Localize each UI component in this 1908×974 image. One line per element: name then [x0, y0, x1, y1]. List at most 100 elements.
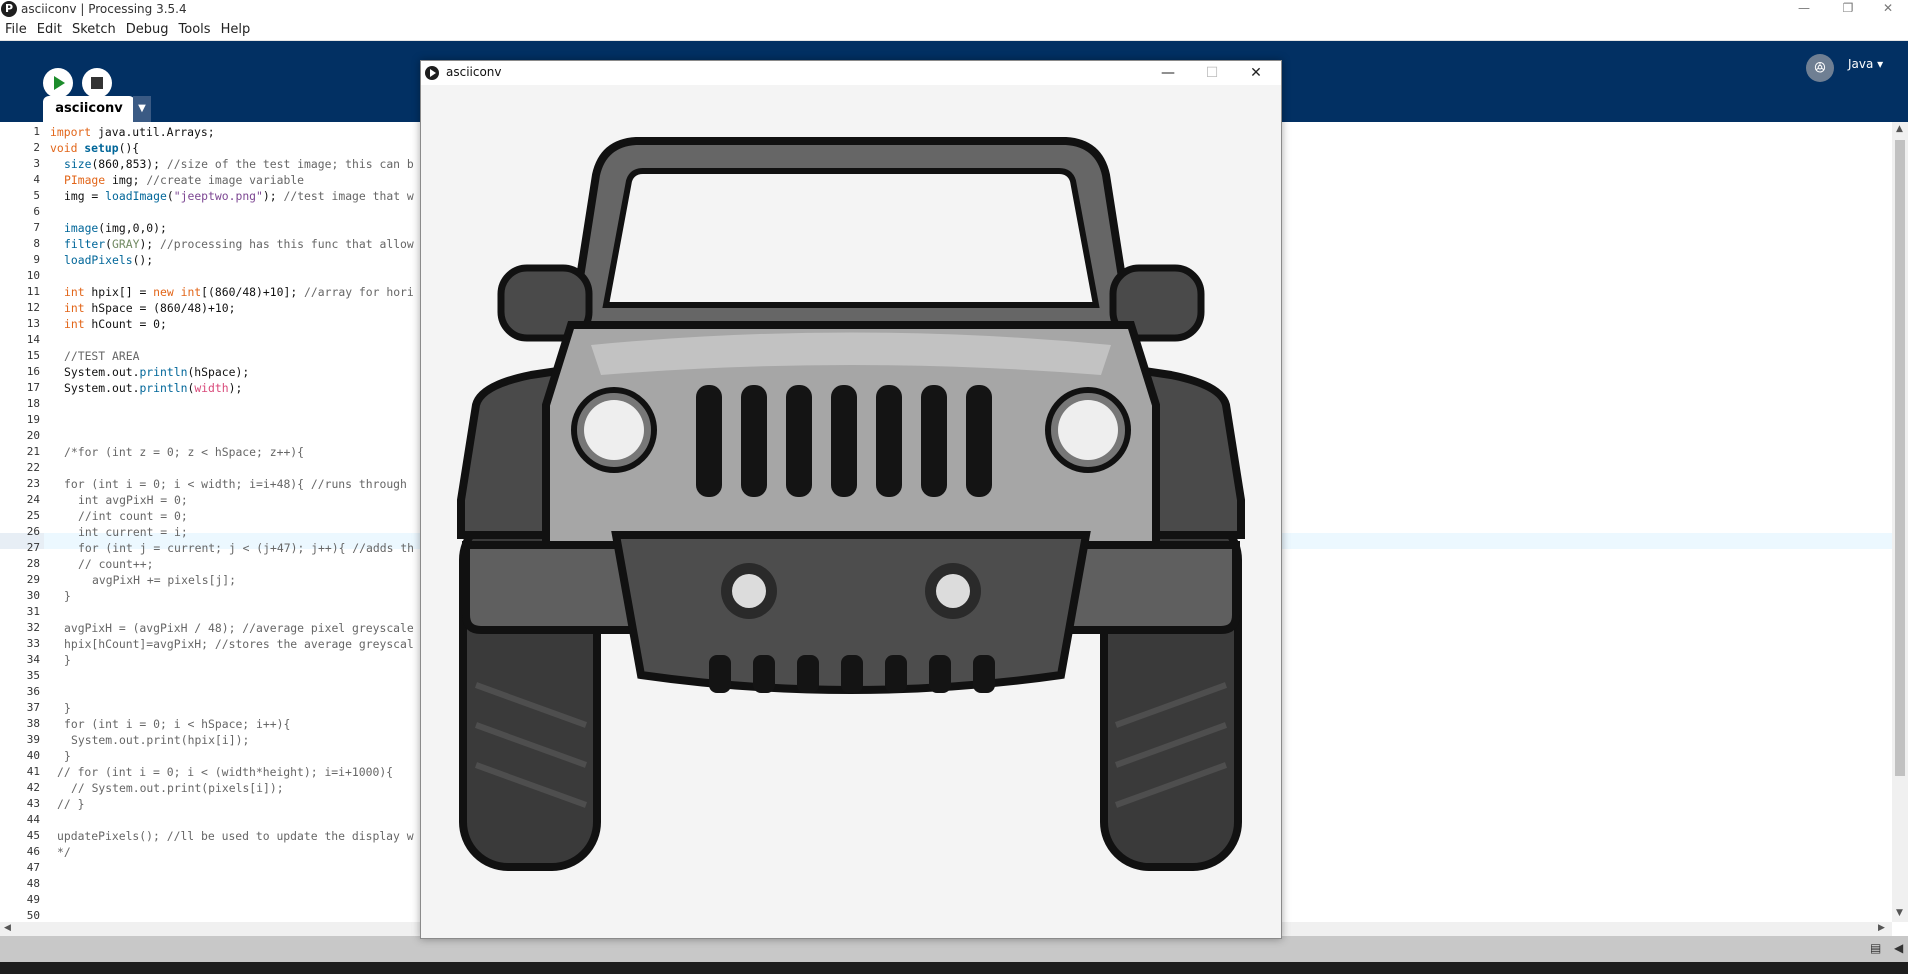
tab-asciiconv[interactable]: asciiconv: [43, 96, 135, 122]
line-number: 43: [26, 797, 40, 810]
menu-debug[interactable]: Debug: [121, 19, 174, 41]
line-number: 6: [33, 205, 40, 218]
line-number: 35: [26, 669, 40, 682]
left-fog-light-lens: [732, 574, 766, 608]
code-line: //int count = 0;: [78, 509, 188, 523]
line-number: 25: [26, 509, 40, 522]
code-line: PImage img; //create image variable: [64, 173, 305, 187]
line-number: 40: [26, 749, 40, 762]
right-headlight-lens: [1058, 400, 1118, 460]
scroll-up-icon[interactable]: ▲: [1896, 124, 1903, 134]
code-line: hpix[hCount]=avgPixH; //stores the avera…: [64, 637, 414, 651]
line-number: 16: [26, 365, 40, 378]
code-line: int hSpace = (860/48)+10;: [64, 301, 236, 315]
code-line: }: [64, 653, 71, 667]
line-number: 11: [26, 285, 40, 298]
scroll-down-icon[interactable]: ▼: [1896, 908, 1903, 918]
line-number: 48: [26, 877, 40, 890]
sketch-maximize-button[interactable]: ☐: [1189, 61, 1235, 85]
debug-toggle-icon[interactable]: ꔮ: [1806, 54, 1834, 82]
line-number: 47: [26, 861, 40, 874]
right-fog-light-lens: [936, 574, 970, 608]
line-number: 9: [33, 253, 40, 266]
code-line: */: [57, 845, 71, 859]
bottom-strip: [0, 962, 1908, 974]
menu-help[interactable]: Help: [216, 19, 256, 41]
line-number: 30: [26, 589, 40, 602]
code-line: // for (int i = 0; i < (width*height); i…: [57, 765, 394, 779]
line-number: 8: [33, 237, 40, 250]
code-line: for (int i = 0; i < hSpace; i++){: [64, 717, 291, 731]
code-line: /*for (int z = 0; z < hSpace; z++){: [64, 445, 305, 459]
code-line: }: [64, 589, 71, 603]
sketch-title-bar[interactable]: asciiconv — ☐ ✕: [421, 61, 1281, 85]
code-line: void setup(){: [50, 141, 140, 155]
line-number: 3: [33, 157, 40, 170]
line-number: 7: [33, 221, 40, 234]
line-number: 23: [26, 477, 40, 490]
line-number: 38: [26, 717, 40, 730]
line-number: 34: [26, 653, 40, 666]
mode-selector[interactable]: Java ▾: [1848, 57, 1883, 71]
line-number: 41: [26, 765, 40, 778]
close-button[interactable]: ✕: [1868, 0, 1908, 19]
line-number: 13: [26, 317, 40, 330]
sketch-close-button[interactable]: ✕: [1233, 61, 1279, 85]
line-number: 15: [26, 349, 40, 362]
editor-vertical-scrollbar[interactable]: ▲ ▼: [1892, 122, 1908, 922]
line-number: 31: [26, 605, 40, 618]
windshield: [602, 168, 1100, 308]
menu-edit[interactable]: Edit: [32, 19, 67, 41]
line-number: 45: [26, 829, 40, 842]
sketch-canvas: [421, 85, 1281, 938]
collapse-arrow-icon[interactable]: ◀: [1894, 941, 1903, 955]
window-title: asciiconv | Processing 3.5.4: [21, 2, 187, 16]
line-number: 27: [26, 541, 40, 554]
scroll-right-icon[interactable]: ▶: [1878, 923, 1885, 933]
sketch-minimize-button[interactable]: —: [1145, 61, 1191, 85]
menu-file[interactable]: File: [0, 19, 32, 41]
line-number: 36: [26, 685, 40, 698]
code-line: // count++;: [78, 557, 154, 571]
line-number: 32: [26, 621, 40, 634]
code-line: avgPixH = (avgPixH / 48); //average pixe…: [64, 621, 414, 635]
line-number-gutter: 1 2 3 4 5 6 7 8 9 10 11 12 13 14 15 16 17 18 19 20 21 22 23 24 2…: [0, 122, 44, 922]
stop-button[interactable]: [82, 68, 112, 98]
code-line: image(img,0,0);: [64, 221, 167, 235]
sketch-window[interactable]: asciiconv — ☐ ✕: [420, 60, 1282, 939]
status-bar: ▤ ◀: [0, 936, 1908, 962]
line-number: 37: [26, 701, 40, 714]
restore-button[interactable]: ❐: [1828, 0, 1868, 19]
code-line: System.out.println(hSpace);: [64, 365, 250, 379]
line-number: 14: [26, 333, 40, 346]
minimize-button[interactable]: —: [1784, 0, 1824, 19]
run-button[interactable]: [43, 68, 73, 98]
window-title-bar: P asciiconv | Processing 3.5.4 — ❐ ✕: [0, 0, 1908, 19]
line-number: 42: [26, 781, 40, 794]
code-line: int avgPixH = 0;: [78, 493, 188, 507]
code-line: for (int j = current; j < (j+47); j++){ …: [78, 541, 415, 555]
menu-sketch[interactable]: Sketch: [67, 19, 121, 41]
line-number: 18: [26, 397, 40, 410]
line-number: 19: [26, 413, 40, 426]
sketch-title: asciiconv: [446, 65, 502, 79]
line-number: 2: [33, 141, 40, 154]
line-number: 5: [33, 189, 40, 202]
code-line: int hpix[] = new int[(860/48)+10]; //arr…: [64, 285, 414, 299]
line-number: 26: [26, 525, 40, 538]
jeep-image: [457, 137, 1245, 871]
code-line: int current = i;: [78, 525, 188, 539]
tab-menu-button[interactable]: ▼: [133, 96, 151, 122]
code-line: System.out.println(width);: [64, 381, 243, 395]
code-line: for (int i = 0; i < width; i=i+48){ //ru…: [64, 477, 407, 491]
scroll-left-icon[interactable]: ◀: [4, 923, 11, 933]
menu-tools[interactable]: Tools: [174, 19, 216, 41]
code-line: loadPixels();: [64, 253, 154, 267]
code-line: size(860,853); //size of the test image;…: [64, 157, 414, 171]
code-line: System.out.print(hpix[i]);: [71, 733, 250, 747]
code-line: img = loadImage("jeeptwo.png"); //test i…: [64, 189, 414, 203]
line-number: 49: [26, 893, 40, 906]
scrollbar-thumb[interactable]: [1895, 140, 1905, 776]
code-line: int hCount = 0;: [64, 317, 167, 331]
console-toggle-icon[interactable]: ▤: [1870, 941, 1881, 955]
